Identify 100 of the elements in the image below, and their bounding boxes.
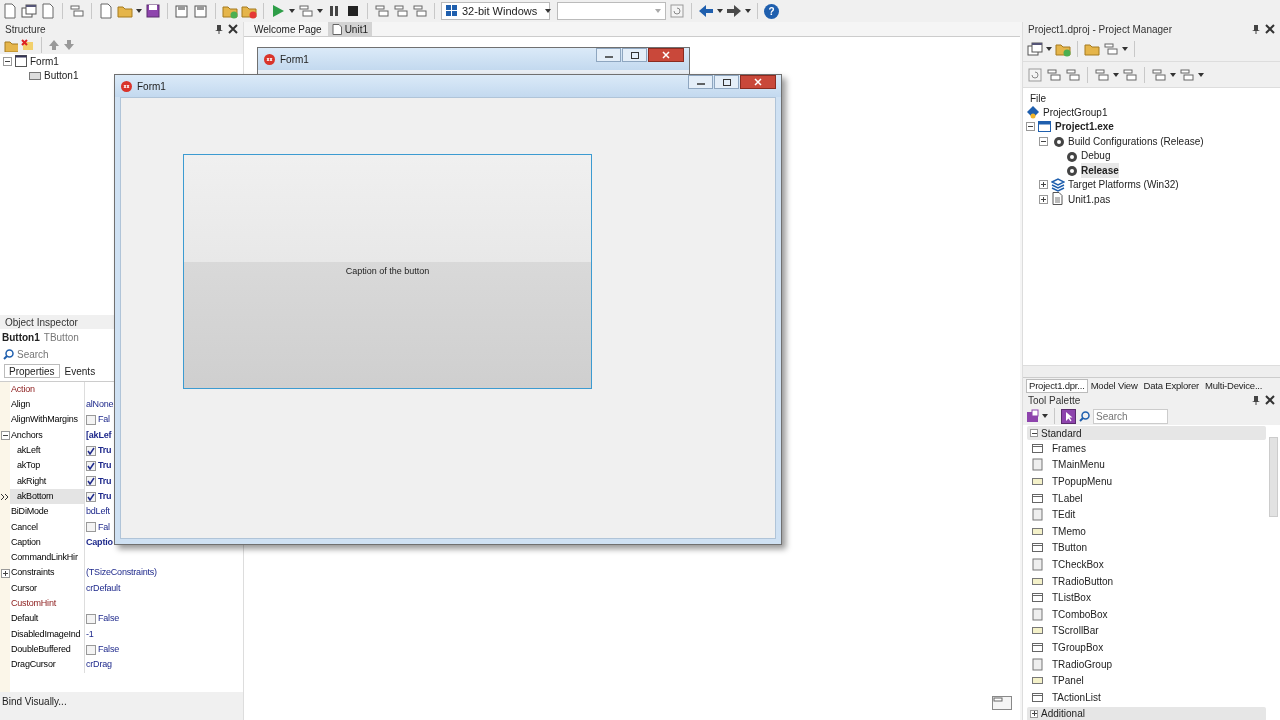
property-name[interactable]: CustomHint (11, 597, 56, 611)
stop-icon[interactable] (345, 3, 361, 19)
refresh-icon[interactable] (669, 3, 685, 19)
property-row-highlight[interactable]: akLeft (10, 443, 85, 459)
property-row-highlight[interactable]: Cursor (10, 580, 85, 597)
expand-toggle[interactable] (1039, 194, 1048, 204)
property-row-highlight[interactable]: CustomHint (10, 596, 85, 612)
property-name[interactable]: Cursor (11, 581, 37, 596)
property-row-highlight[interactable]: Align (10, 397, 85, 413)
checkbox[interactable] (86, 614, 96, 625)
panel-tab[interactable]: Multi-Device... (1202, 379, 1266, 393)
property-row-highlight[interactable]: DoubleBuffered (10, 642, 85, 658)
property-name[interactable]: Default (11, 612, 39, 626)
palette-item[interactable]: Frames (1052, 440, 1086, 456)
property-row-highlight[interactable]: DragCursor (10, 657, 85, 673)
group-header[interactable]: Additional (1041, 706, 1085, 720)
palette-item[interactable]: TGroupBox (1052, 639, 1104, 655)
property-name[interactable]: Caption (11, 535, 41, 550)
property-row-highlight[interactable]: Caption (10, 534, 85, 551)
close-button[interactable] (740, 75, 776, 89)
dropdown-arrow-icon[interactable] (1198, 72, 1204, 77)
tree-node[interactable]: Build Configurations (Release) (1068, 133, 1204, 149)
checkbox[interactable] (86, 476, 96, 487)
expand-toggle[interactable] (1039, 180, 1048, 190)
property-name[interactable]: akTop (11, 459, 41, 473)
category-icon[interactable] (1027, 409, 1039, 423)
palette-item[interactable]: TButton (1052, 540, 1088, 556)
palette-item[interactable]: TPopupMenu (1052, 474, 1113, 489)
expand-toggle[interactable] (1039, 136, 1048, 146)
pin-icon[interactable] (1251, 24, 1261, 34)
property-row-highlight[interactable]: Anchors (10, 427, 85, 444)
tree-node[interactable]: Release (1081, 162, 1119, 178)
property-row-highlight[interactable]: AlignWithMargins (10, 412, 85, 428)
nonvisual-components-icon[interactable] (992, 696, 1012, 710)
pointer-icon[interactable] (1061, 408, 1076, 424)
remove-folder-icon[interactable] (241, 3, 257, 19)
palette-item[interactable]: TPanel (1052, 673, 1084, 689)
property-row-highlight[interactable]: CommandLinkHir (10, 550, 85, 566)
property-name[interactable]: Align (11, 398, 30, 412)
palette-item[interactable]: TMainMenu (1052, 457, 1105, 473)
palette-item[interactable]: TLabel (1052, 490, 1083, 506)
expand-toggle[interactable] (3, 56, 12, 66)
close-icon[interactable] (1265, 24, 1275, 34)
tree-node[interactable]: Button1 (44, 68, 79, 84)
property-name[interactable]: Cancel (11, 520, 38, 535)
palette-item[interactable]: TRadioButton (1052, 573, 1114, 589)
property-name[interactable]: akLeft (11, 444, 41, 458)
editor-tab[interactable]: Welcome Page (250, 22, 326, 36)
panel-tab[interactable]: Model View (1087, 379, 1141, 393)
property-row-highlight[interactable]: DisabledImageInd (10, 626, 85, 643)
palette-item[interactable]: TMemo (1052, 523, 1086, 539)
expand-toggle[interactable] (1026, 122, 1035, 132)
search-field[interactable]: Search (1093, 408, 1168, 424)
pin-icon[interactable] (214, 24, 224, 34)
pin-icon[interactable] (1251, 395, 1261, 405)
dropdown-arrow-icon[interactable] (136, 9, 142, 13)
close-icon[interactable] (1265, 395, 1275, 405)
property-name[interactable]: Anchors (11, 428, 43, 443)
expand-toggle[interactable] (1030, 429, 1038, 437)
new-file-icon[interactable] (2, 3, 18, 19)
save-all-icon[interactable] (174, 3, 190, 19)
palette-item[interactable]: TEdit (1052, 507, 1076, 523)
dropdown-arrow-icon[interactable] (317, 9, 323, 13)
tree-node[interactable]: Form1 (30, 53, 59, 69)
project-options-icon[interactable] (1027, 40, 1043, 57)
windows-icon[interactable] (21, 3, 37, 19)
palette-item[interactable]: TCheckBox (1052, 556, 1104, 572)
property-row-highlight[interactable]: akTop (10, 458, 85, 474)
palette-item[interactable]: TComboBox (1052, 606, 1108, 622)
delete-icon[interactable] (21, 38, 35, 52)
property-row-highlight[interactable]: Default (10, 611, 85, 627)
property-row-highlight[interactable]: Constraints (10, 565, 85, 581)
bind-visually-link[interactable]: Bind Visually... (2, 696, 67, 707)
expand-toggle[interactable] (0, 431, 10, 441)
property-name[interactable]: CommandLinkHir (11, 551, 78, 565)
forward-arrow-icon[interactable] (726, 3, 742, 19)
panel-tab[interactable]: Project1.dpr... (1026, 379, 1088, 393)
property-name[interactable]: Constraints (11, 566, 55, 580)
dropdown-arrow-icon[interactable] (1042, 414, 1048, 418)
search-field[interactable]: Search (17, 347, 87, 362)
panel-tab[interactable]: Data Explorer (1140, 379, 1203, 393)
palette-item[interactable]: TScrollBar (1052, 623, 1099, 639)
close-button[interactable] (648, 48, 684, 62)
save-as-icon[interactable] (193, 3, 209, 19)
property-row-highlight[interactable]: BiDiMode (10, 504, 85, 520)
sync-icon[interactable] (1027, 66, 1043, 83)
property-row-highlight[interactable]: akBottom (10, 489, 85, 505)
palette-item[interactable]: TListBox (1052, 590, 1091, 606)
property-name[interactable]: DoubleBuffered (11, 642, 71, 657)
tree-node[interactable]: Project1.exe (1055, 119, 1114, 135)
checkbox[interactable] (86, 644, 96, 655)
property-name[interactable]: DragCursor (11, 658, 56, 672)
expand-toggle[interactable] (1030, 709, 1038, 718)
close-icon[interactable] (228, 24, 238, 34)
group-header[interactable]: Standard (1041, 425, 1082, 441)
maximize-button[interactable] (714, 75, 739, 89)
palette-item[interactable]: TActionList (1052, 689, 1101, 705)
checkbox[interactable] (86, 445, 96, 456)
property-name[interactable]: DisabledImageInd (11, 627, 81, 642)
checkbox[interactable] (86, 491, 96, 502)
